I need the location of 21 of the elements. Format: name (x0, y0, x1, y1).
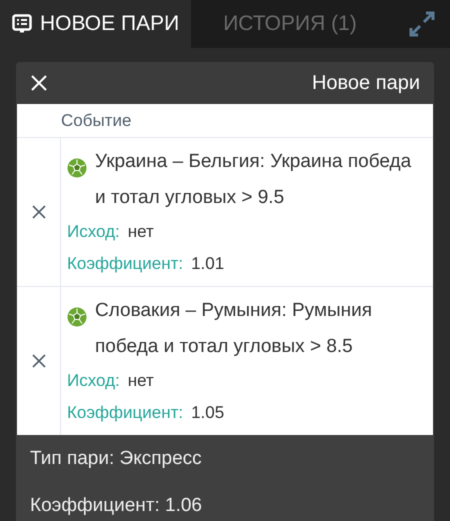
total-odds: Коэффициент: 1.06 (30, 494, 204, 518)
bet-type: Тип пари: Экспресс (30, 447, 203, 471)
odds-label: Коэффициент: (67, 253, 184, 275)
outcome-label: Исход: (67, 221, 120, 243)
card-title: Новое пари (312, 71, 420, 96)
soccer-ball-icon (67, 307, 87, 327)
odds-value: 1.01 (191, 253, 224, 275)
odds-value: 1.05 (191, 402, 224, 424)
remove-icon[interactable] (32, 205, 46, 219)
close-icon[interactable] (30, 74, 48, 92)
event-title: Украина – Бельгия: Украина победа и тотал угловых > 9.5 (95, 150, 412, 210)
remove-icon[interactable] (32, 354, 46, 368)
soccer-ball-icon (67, 158, 87, 178)
outcome-label: Исход: (67, 370, 120, 392)
event-title: Словакия – Румыния: Румыния победа и тотал угловых > 8.5 (95, 299, 374, 359)
odds-label: Коэффициент: (67, 402, 184, 424)
list-icon (12, 14, 32, 34)
tab[interactable]: НОВОЕ ПАРИ (0, 0, 192, 48)
outcome-value: нет (128, 221, 154, 243)
outcome-value: нет (128, 370, 154, 392)
column-header: Событие (61, 110, 132, 132)
